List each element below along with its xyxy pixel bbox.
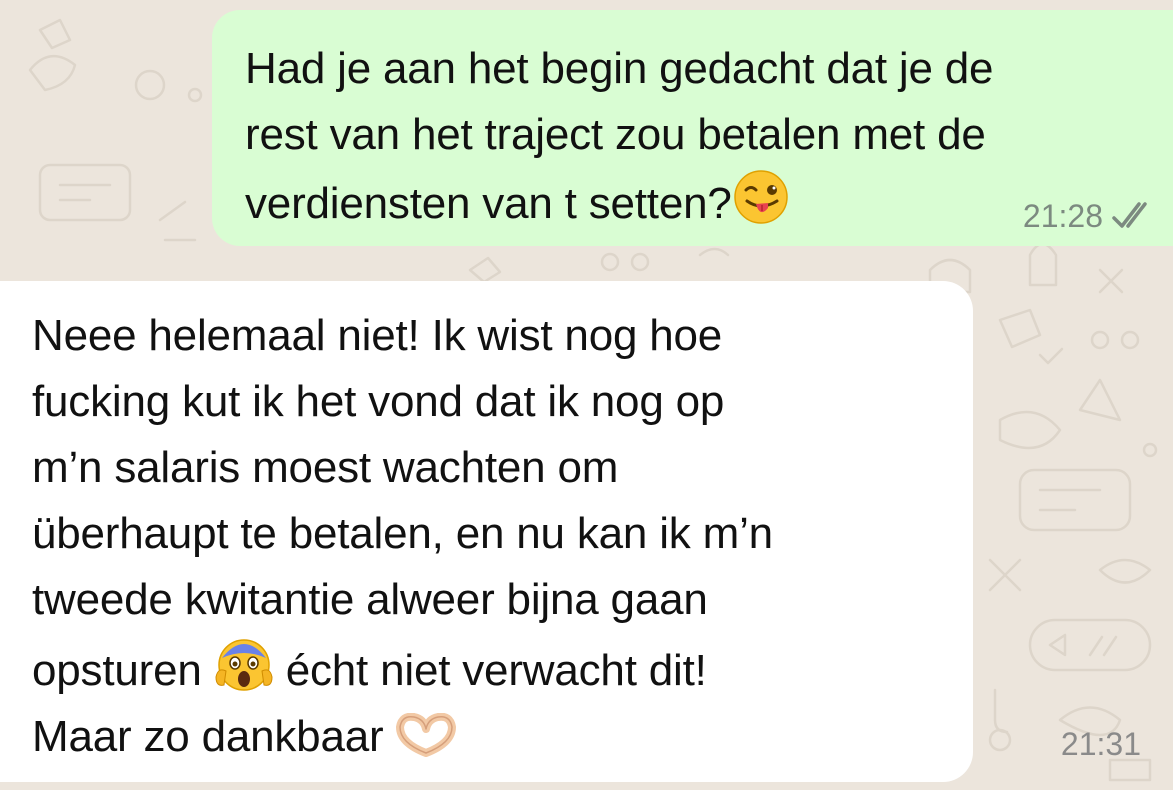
message-meta: 21:28 bbox=[1023, 198, 1155, 234]
message-line: Neee helemaal niet! Ik wist nog hoe bbox=[32, 311, 723, 360]
message-line: Had je aan het begin gedacht dat je de bbox=[245, 44, 994, 93]
heart-hands-icon bbox=[396, 713, 457, 757]
screaming-face-icon bbox=[215, 639, 273, 691]
message-line: fucking kut ik het vond dat ik nog op bbox=[32, 377, 725, 426]
incoming-message-bubble[interactable]: Neee helemaal niet! Ik wist nog hoe fuck… bbox=[0, 281, 973, 782]
message-line: m’n salaris moest wachten om bbox=[32, 443, 619, 492]
outgoing-message-bubble[interactable]: Had je aan het begin gedacht dat je de r… bbox=[212, 10, 1173, 246]
message-line: rest van het traject zou betalen met de bbox=[245, 110, 986, 159]
winking-tongue-face-icon bbox=[733, 170, 788, 224]
message-line: tweede kwitantie alweer bijna gaan bbox=[32, 575, 708, 624]
outgoing-message-text: Had je aan het begin gedacht dat je de r… bbox=[245, 36, 1143, 237]
message-line: Maar zo dankbaar bbox=[32, 712, 384, 761]
message-meta: 21:31 bbox=[1061, 726, 1141, 762]
message-line: écht niet verwacht dit! bbox=[285, 646, 707, 695]
message-line: opsturen bbox=[32, 646, 202, 695]
incoming-message-text: Neee helemaal niet! Ik wist nog hoe fuck… bbox=[32, 303, 943, 770]
double-check-icon bbox=[1112, 202, 1147, 228]
message-line: überhaupt te betalen, en nu kan ik m’n bbox=[32, 509, 773, 558]
message-line: verdiensten van t setten? bbox=[245, 179, 732, 228]
message-time: 21:28 bbox=[1022, 198, 1103, 234]
message-time: 21:31 bbox=[1060, 726, 1141, 762]
